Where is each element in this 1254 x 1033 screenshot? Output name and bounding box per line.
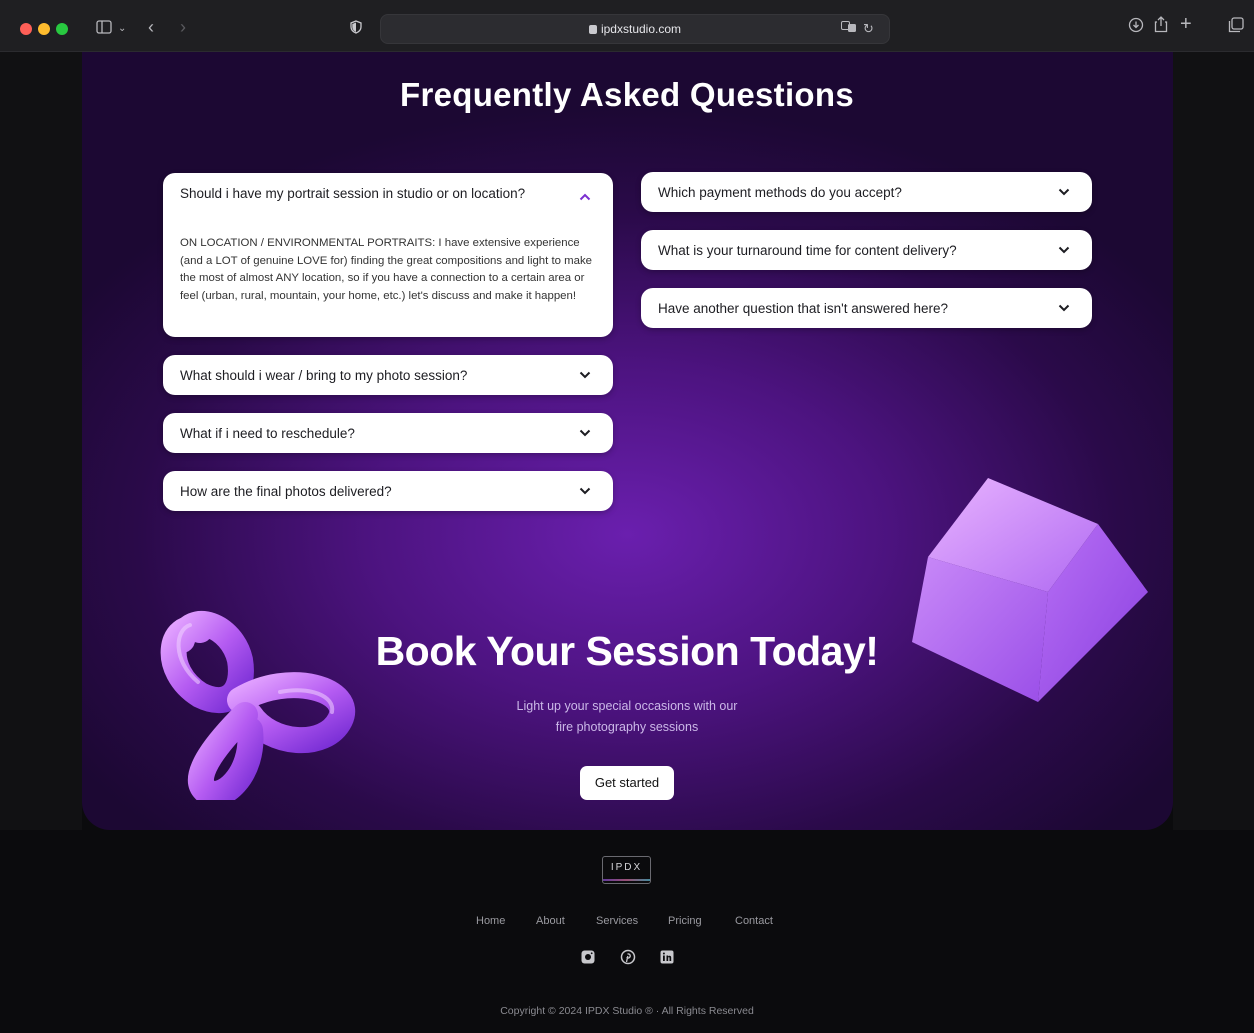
faq-question: What is your turnaround time for content… — [658, 243, 957, 258]
pinterest-icon[interactable] — [620, 949, 636, 965]
faq-title: Frequently Asked Questions — [399, 76, 854, 113]
faq-question: What if i need to reschedule? — [180, 426, 355, 441]
chevron-up-icon[interactable] — [579, 193, 591, 205]
zoom-window-button[interactable] — [56, 23, 68, 35]
tab-overview-icon[interactable] — [1228, 17, 1244, 38]
share-icon[interactable] — [1154, 16, 1168, 38]
footer-logo-text: IPDX — [610, 862, 643, 873]
translate-icon[interactable] — [841, 21, 857, 39]
footer-nav-services[interactable]: Services — [596, 915, 638, 927]
get-started-button[interactable]: Get started — [580, 766, 674, 800]
faq-question: Have another question that isn't answere… — [658, 301, 949, 316]
faq-item-photo-delivery[interactable]: How are the final photos delivered? — [163, 471, 613, 511]
footer-logo[interactable]: IPDX — [602, 856, 651, 884]
url-text: ipdxstudio.com — [600, 22, 682, 36]
forward-icon[interactable]: › — [180, 18, 186, 36]
cta-title: Book Your Session Today! — [375, 628, 879, 674]
address-bar[interactable]: ipdxstudio.com ↻ — [380, 14, 890, 44]
linkedin-icon[interactable] — [659, 949, 675, 965]
chevron-down-icon[interactable] — [579, 487, 591, 499]
footer-nav-about[interactable]: About — [536, 915, 565, 927]
chevron-down-icon[interactable] — [579, 371, 591, 383]
faq-answer: ON LOCATION / ENVIRONMENTAL PORTRAITS: I… — [180, 237, 592, 302]
cta-subtitle-line-2: fire photography sessions — [555, 720, 699, 734]
footer-logo-underline — [603, 879, 650, 881]
faq-item-what-to-wear[interactable]: What should i wear / bring to my photo s… — [163, 355, 613, 395]
minimize-window-button[interactable] — [38, 23, 50, 35]
chevron-down-icon[interactable]: ⌄ — [118, 20, 126, 38]
cta-subtitle-line-1: Light up your special occasions with our — [516, 699, 738, 713]
cta-subtitle: Light up your special occasions with our… — [0, 696, 1254, 738]
chevron-down-icon[interactable] — [1058, 246, 1070, 258]
faq-item-turnaround-time[interactable]: What is your turnaround time for content… — [641, 230, 1092, 270]
sidebar-toggle-icon[interactable] — [96, 20, 112, 39]
chevron-down-icon[interactable] — [1058, 188, 1070, 200]
page-content: Frequently Asked Questions Should i have… — [0, 52, 1254, 1033]
back-icon[interactable]: ‹ — [148, 18, 154, 36]
new-tab-icon[interactable]: + — [1180, 14, 1192, 34]
footer-nav-home[interactable]: Home — [476, 915, 505, 927]
privacy-shield-icon[interactable] — [350, 20, 362, 39]
chevron-down-icon[interactable] — [1058, 304, 1070, 316]
footer-nav-pricing[interactable]: Pricing — [668, 915, 702, 927]
faq-question: How are the final photos delivered? — [180, 484, 392, 499]
close-window-button[interactable] — [20, 23, 32, 35]
faq-item-another-question[interactable]: Have another question that isn't answere… — [641, 288, 1092, 328]
lock-icon — [588, 25, 597, 34]
faq-question: What should i wear / bring to my photo s… — [180, 368, 468, 383]
downloads-icon[interactable] — [1128, 17, 1144, 38]
footer-nav-contact[interactable]: Contact — [735, 915, 773, 927]
chevron-down-icon[interactable] — [579, 429, 591, 441]
reload-icon[interactable]: ↻ — [863, 20, 874, 38]
faq-question: Which payment methods do you accept? — [658, 185, 902, 200]
copyright-text: Copyright © 2024 IPDX Studio ® · All Rig… — [500, 1005, 754, 1017]
faq-question: Should i have my portrait session in stu… — [180, 186, 526, 201]
instagram-icon[interactable] — [580, 949, 596, 965]
faq-item-payment-methods[interactable]: Which payment methods do you accept? — [641, 172, 1092, 212]
faq-item-reschedule[interactable]: What if i need to reschedule? — [163, 413, 613, 453]
browser-toolbar: ⌄ ‹ › ipdxstudio.com ↻ + — [0, 0, 1254, 52]
faq-item-studio-or-location[interactable]: Should i have my portrait session in stu… — [163, 173, 613, 337]
